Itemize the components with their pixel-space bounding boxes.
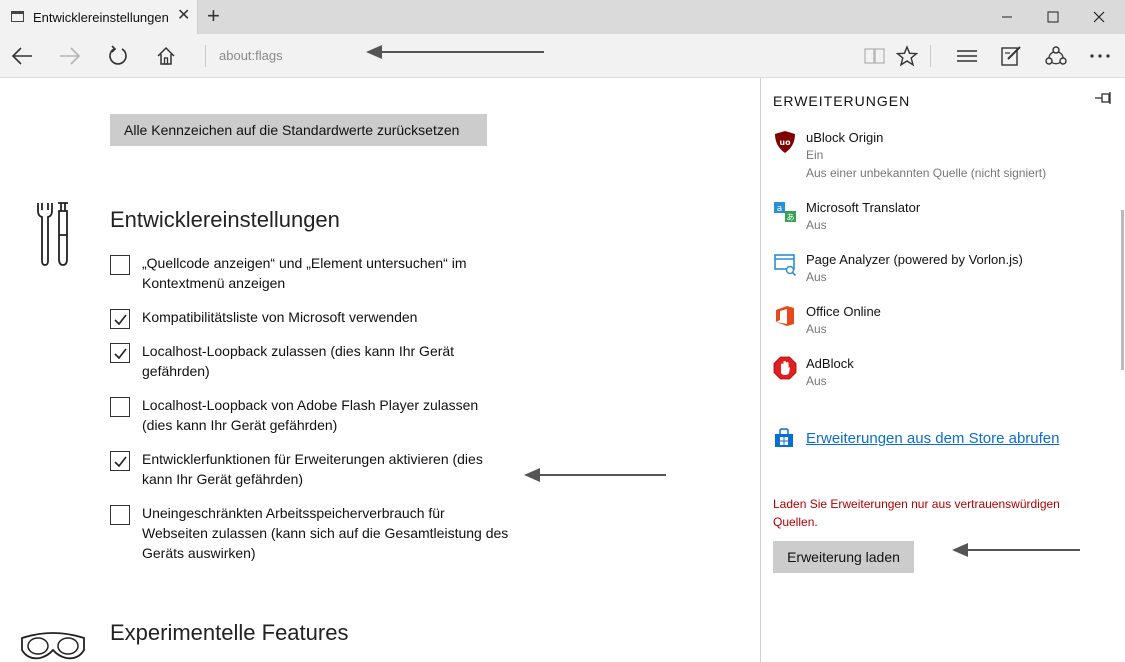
home-button[interactable] [146, 34, 186, 78]
checkbox-localhost-loopback[interactable] [110, 343, 130, 363]
annotation-arrow-address [366, 45, 544, 59]
trusted-source-warning: Laden Sie Erweiterungen nur aus vertraue… [773, 497, 1060, 529]
check-icon [114, 314, 127, 326]
checkbox-extension-dev-features[interactable] [110, 451, 130, 471]
checkbox-view-source[interactable] [110, 255, 130, 275]
extension-status: Aus [806, 270, 827, 284]
new-tab-button[interactable]: + [207, 5, 220, 27]
checkbox-compat-list[interactable] [110, 309, 130, 329]
extension-adblock[interactable]: AdBlock Aus [773, 356, 1113, 392]
minimize-button[interactable] [984, 0, 1030, 34]
check-icon [114, 456, 127, 468]
pin-icon[interactable] [1094, 92, 1112, 104]
title-bar: Entwicklereinstellungen ✕ + [0, 0, 1125, 34]
option-label: Uneingeschränkten Arbeitsspeicherverbrau… [142, 505, 509, 561]
panel-scrollbar[interactable] [1121, 210, 1124, 370]
check-icon [114, 348, 127, 360]
refresh-icon [109, 45, 127, 65]
back-button[interactable] [2, 34, 42, 78]
forward-arrow-icon [60, 47, 81, 65]
load-extension-button[interactable]: Erweiterung laden [773, 541, 914, 573]
annotation-arrow-load-button [952, 543, 1080, 557]
extension-page-analyzer[interactable]: Page Analyzer (powered by Vorlon.js) Aus [773, 252, 1113, 288]
browser-tab[interactable]: Entwicklereinstellungen ✕ [0, 0, 198, 34]
annotation-arrow-extension-option [524, 468, 666, 482]
extension-name: uBlock Origin [806, 130, 884, 145]
maximize-icon [1047, 11, 1059, 23]
option-label: Localhost-Loopback zulassen (dies kann I… [142, 343, 455, 379]
hub-button[interactable] [947, 34, 987, 78]
web-note-icon [1001, 46, 1021, 66]
ublock-icon: uo [775, 131, 795, 153]
more-button[interactable] [1080, 34, 1120, 78]
address-bar[interactable]: about:flags [219, 48, 283, 63]
extension-status: Aus [806, 322, 827, 336]
extension-status: Ein [806, 148, 824, 162]
hub-icon [957, 50, 977, 62]
tab-close-icon[interactable]: ✕ [177, 8, 190, 24]
reset-flags-button[interactable]: Alle Kennzeichen auf die Standardwerte z… [110, 114, 487, 146]
star-icon [896, 45, 918, 67]
extension-status: Aus [806, 374, 827, 388]
refresh-button[interactable] [98, 34, 138, 78]
checkbox-flash-loopback[interactable] [110, 397, 130, 417]
svg-text:a: a [777, 204, 783, 214]
address-separator [205, 45, 206, 67]
goggles-icon [21, 632, 85, 660]
more-icon [1090, 54, 1110, 58]
share-icon [1045, 46, 1067, 65]
reading-view-icon [864, 48, 885, 64]
extensions-panel: ERWEITERUNGEN uo uBlock Origin Ein Aus e… [760, 78, 1125, 662]
maximize-button[interactable] [1030, 0, 1076, 34]
option-extension-dev-features: Entwicklerfunktionen für Erweiterungen a… [110, 449, 510, 491]
option-label: „Quellcode anzeigen“ und „Element unters… [142, 255, 467, 291]
extension-status: Aus [806, 218, 827, 232]
svg-text:あ: あ [787, 213, 795, 222]
page-icon [11, 11, 24, 22]
forward-button[interactable] [50, 34, 90, 78]
extension-name: AdBlock [806, 356, 854, 371]
close-window-button[interactable] [1076, 0, 1122, 34]
panel-title: ERWEITERUNGEN [773, 93, 911, 109]
back-arrow-icon [11, 47, 32, 65]
extension-office-online[interactable]: Office Online Aus [773, 304, 1113, 340]
svg-text:uo: uo [779, 138, 791, 147]
extension-name: Page Analyzer (powered by Vorlon.js) [806, 252, 1023, 267]
extension-source-note: Aus einer unbekannten Quelle (nicht sign… [806, 166, 1047, 180]
extension-name: Microsoft Translator [806, 200, 921, 215]
toolbar-separator [930, 45, 931, 67]
home-icon [157, 46, 175, 65]
option-compat-list: Kompatibilitätsliste von Microsoft verwe… [110, 307, 510, 329]
option-flash-loopback: Localhost-Loopback von Adobe Flash Playe… [110, 395, 510, 437]
translator-icon: aあ [774, 202, 796, 222]
tab-title: Entwicklereinstellungen [33, 10, 169, 25]
close-icon [1093, 11, 1105, 23]
option-view-source: „Quellcode anzeigen“ und „Element unters… [110, 253, 510, 295]
store-icon [775, 428, 793, 447]
option-label: Kompatibilitätsliste von Microsoft verwe… [142, 309, 418, 325]
option-localhost-loopback: Localhost-Loopback zulassen (dies kann I… [110, 341, 510, 383]
experimental-features-title: Experimentelle Features [110, 620, 349, 645]
minimize-icon [1002, 16, 1012, 18]
adblock-icon [773, 356, 797, 380]
web-note-button[interactable] [991, 34, 1031, 78]
share-button[interactable] [1036, 34, 1076, 78]
office-icon [776, 306, 794, 326]
page-analyzer-icon [774, 254, 797, 276]
checkbox-unlimited-memory[interactable] [110, 505, 130, 525]
favorites-button[interactable] [887, 34, 927, 78]
option-label: Entwicklerfunktionen für Erweiterungen a… [142, 451, 483, 487]
dev-settings-title: Entwicklereinstellungen [110, 207, 340, 232]
navigation-bar: about:flags [0, 34, 1125, 78]
extension-name: Office Online [806, 304, 881, 319]
developer-tools-icon [37, 202, 68, 266]
option-label: Localhost-Loopback von Adobe Flash Playe… [142, 397, 479, 433]
extension-ublock-origin[interactable]: uo uBlock Origin Ein Aus einer unbekannt… [773, 130, 1113, 184]
extension-microsoft-translator[interactable]: aあ Microsoft Translator Aus [773, 200, 1113, 236]
store-extensions-link[interactable]: Erweiterungen aus dem Store abrufen [806, 430, 1059, 447]
option-unlimited-memory: Uneingeschränkten Arbeitsspeicherverbrau… [110, 503, 510, 565]
